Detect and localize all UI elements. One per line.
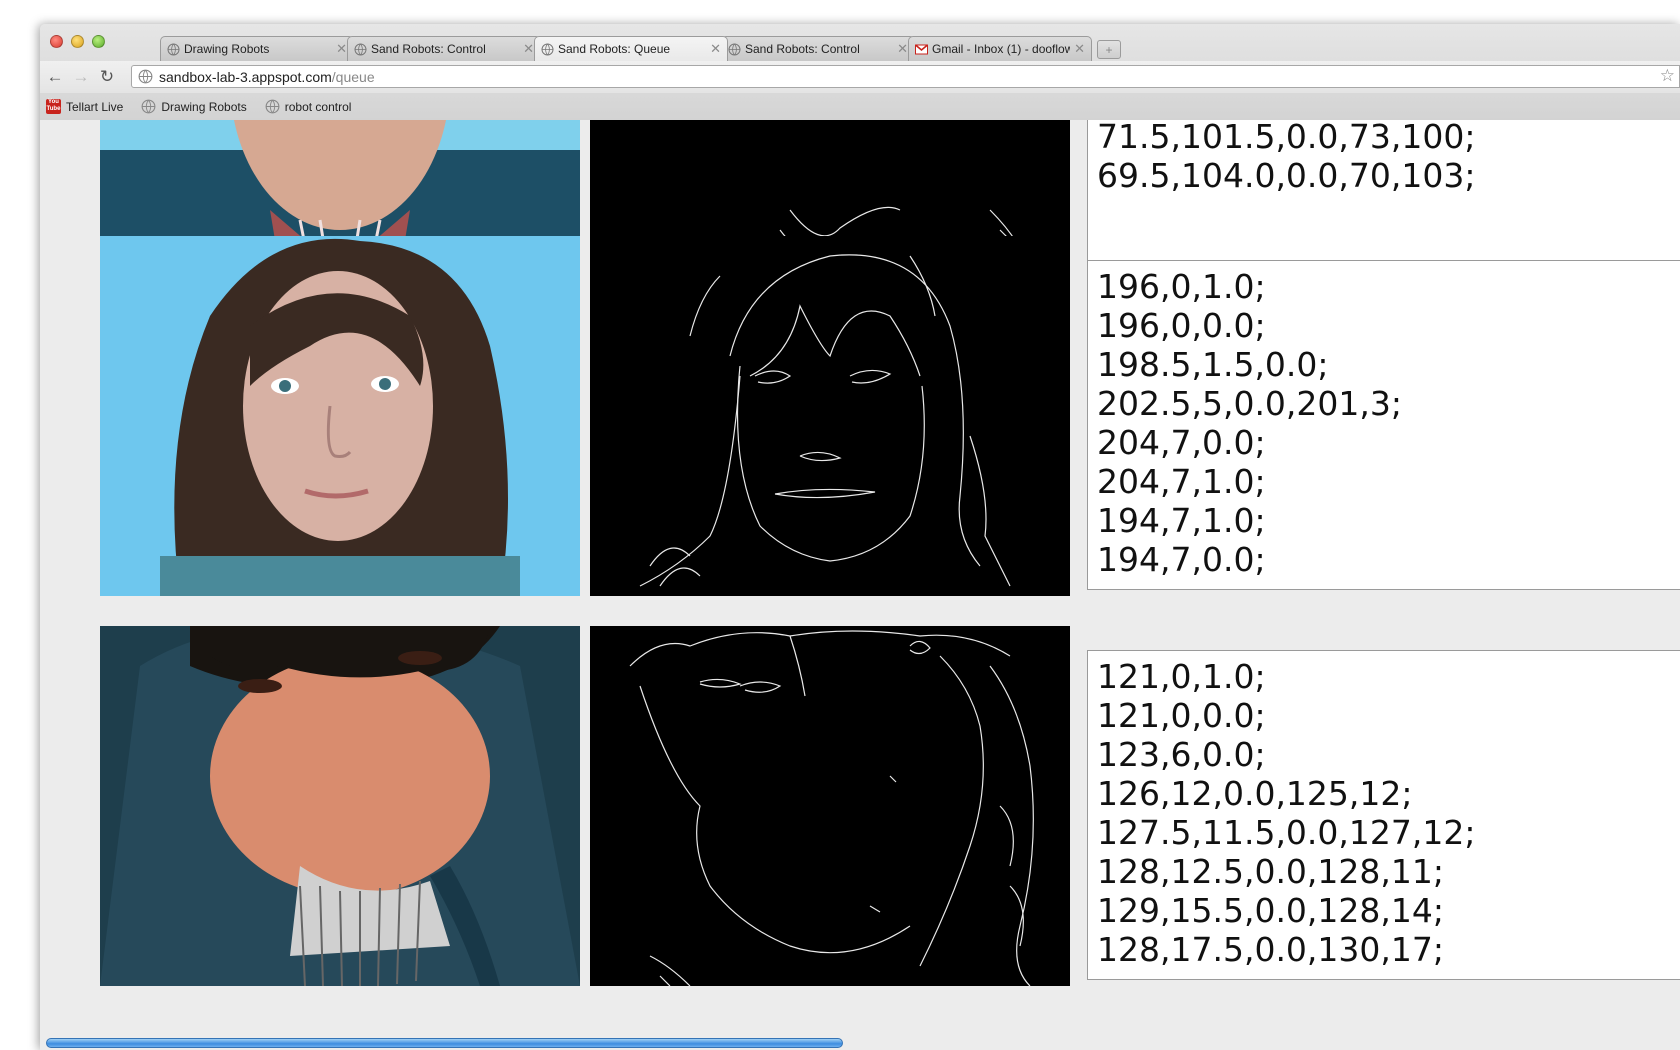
tab-label: Sand Robots: Queue <box>558 42 671 56</box>
bookmark-tellart-live[interactable]: You Tube Tellart Live <box>46 99 123 114</box>
command-line: 128,12.5,0.0,128,11; <box>1097 852 1444 891</box>
tab-sand-robots-control-2[interactable]: Sand Robots: Control ✕ <box>721 36 915 61</box>
browser-window: Drawing Robots ✕ Sand Robots: Control ✕ … <box>40 24 1680 1050</box>
command-line: 123,6,0.0; <box>1097 735 1266 774</box>
queue-page: 71.5,101.5,0.0,73,100; 69.5,104.0,0.0,70… <box>40 120 1680 1050</box>
command-line: 198.5,1.5,0.0; <box>1097 345 1329 384</box>
globe-icon <box>167 43 180 56</box>
bookmark-robot-control[interactable]: robot control <box>265 99 352 114</box>
command-line: 121,0,1.0; <box>1097 657 1266 696</box>
edge-detection-image <box>590 236 1070 596</box>
drawing-commands-box: 196,0,1.0; 196,0,0.0; 198.5,1.5,0.0; 202… <box>1087 260 1680 590</box>
globe-icon <box>541 43 554 56</box>
forward-arrow-icon[interactable]: → <box>70 67 92 87</box>
zoom-window-button[interactable] <box>92 35 105 48</box>
minimize-window-button[interactable] <box>71 35 84 48</box>
new-tab-button[interactable]: + <box>1097 40 1121 59</box>
toolbar: ← → ↻ sandbox-lab-3.appspot.com/queue ☆ <box>40 61 1680 93</box>
queue-item: 196,0,1.0; 196,0,0.0; 198.5,1.5,0.0; 202… <box>100 236 1680 596</box>
tab-label: Sand Robots: Control <box>745 42 860 56</box>
horizontal-scrollbar[interactable] <box>40 1034 1680 1050</box>
tab-gmail-inbox[interactable]: Gmail - Inbox (1) - dooflowe ✕ <box>908 36 1092 61</box>
address-host: sandbox-lab-3.appspot.com <box>159 68 332 85</box>
bookmark-drawing-robots[interactable]: Drawing Robots <box>141 99 247 114</box>
command-line: 128,17.5,0.0,130,17; <box>1097 930 1444 969</box>
window-controls <box>50 35 105 48</box>
command-line: 194,7,1.0; <box>1097 501 1266 540</box>
scrollbar-thumb[interactable] <box>46 1038 843 1048</box>
globe-icon <box>265 99 280 114</box>
bookmark-label: Drawing Robots <box>161 99 247 114</box>
globe-icon <box>728 43 741 56</box>
tab-sand-robots-control[interactable]: Sand Robots: Control ✕ <box>347 36 541 61</box>
command-line: 69.5,104.0,0.0,70,103; <box>1097 156 1476 195</box>
bookmark-star-icon[interactable]: ☆ <box>1660 66 1675 86</box>
tab-drawing-robots[interactable]: Drawing Robots ✕ <box>160 36 354 61</box>
tab-label: Drawing Robots <box>184 42 270 56</box>
browser-chrome: Drawing Robots ✕ Sand Robots: Control ✕ … <box>40 24 1680 121</box>
bookmark-label: robot control <box>284 99 352 114</box>
close-window-button[interactable] <box>50 35 63 48</box>
tab-sand-robots-queue[interactable]: Sand Robots: Queue ✕ <box>534 36 728 61</box>
bookmark-label: Tellart Live <box>66 99 124 114</box>
gmail-icon <box>915 43 928 56</box>
globe-icon <box>138 69 153 84</box>
command-line: 71.5,101.5,0.0,73,100; <box>1097 120 1476 156</box>
tab-close-icon[interactable]: ✕ <box>897 41 908 57</box>
command-line: 194,7,0.0; <box>1097 540 1266 579</box>
tab-label: Gmail - Inbox (1) - dooflowe <box>932 42 1071 56</box>
command-line: 204,7,0.0; <box>1097 423 1266 462</box>
command-line: 129,15.5,0.0,128,14; <box>1097 891 1444 930</box>
command-line: 204,7,1.0; <box>1097 462 1266 501</box>
globe-icon <box>141 99 156 114</box>
webcam-photo <box>100 236 580 596</box>
back-arrow-icon[interactable]: ← <box>44 67 66 87</box>
webcam-photo <box>100 626 580 986</box>
edge-detection-image <box>590 626 1070 986</box>
bookmarks-bar: You Tube Tellart Live Drawing Robots rob… <box>40 93 1680 120</box>
tab-close-icon[interactable]: ✕ <box>336 41 347 57</box>
command-line: 202.5,5,0.0,201,3; <box>1097 384 1403 423</box>
command-line: 196,0,0.0; <box>1097 306 1266 345</box>
address-bar[interactable]: sandbox-lab-3.appspot.com/queue ☆ <box>131 65 1680 88</box>
command-line: 127.5,11.5,0.0,127,12; <box>1097 813 1476 852</box>
command-line: 126,12,0.0,125,12; <box>1097 774 1413 813</box>
address-path: /queue <box>331 68 375 85</box>
tab-close-icon[interactable]: ✕ <box>710 41 721 57</box>
youtube-icon: You Tube <box>46 99 61 114</box>
tab-close-icon[interactable]: ✕ <box>1074 41 1085 57</box>
drawing-commands-box: 121,0,1.0; 121,0,0.0; 123,6,0.0; 126,12,… <box>1087 650 1680 980</box>
queue-item: 121,0,1.0; 121,0,0.0; 123,6,0.0; 126,12,… <box>100 626 1680 986</box>
tab-label: Sand Robots: Control <box>371 42 486 56</box>
globe-icon <box>354 43 367 56</box>
reload-icon[interactable]: ↻ <box>96 67 118 87</box>
tab-strip: Drawing Robots ✕ Sand Robots: Control ✕ … <box>160 36 1680 61</box>
tab-close-icon[interactable]: ✕ <box>523 41 534 57</box>
command-line: 121,0,0.0; <box>1097 696 1266 735</box>
command-line: 196,0,1.0; <box>1097 267 1266 306</box>
